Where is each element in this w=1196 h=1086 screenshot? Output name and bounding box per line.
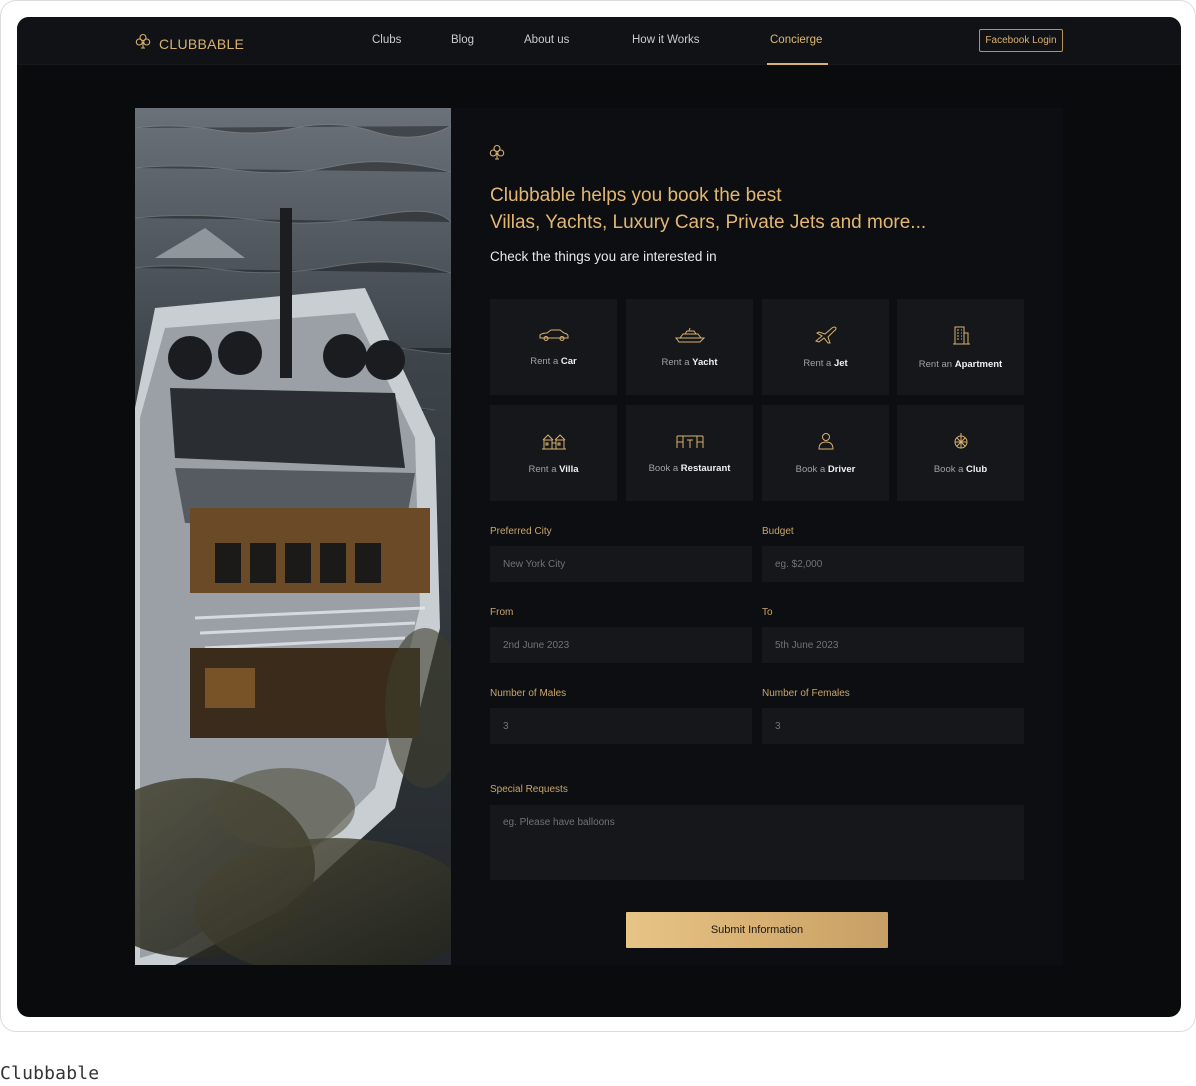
- from-label: From: [490, 607, 514, 618]
- city-label: Preferred City: [490, 526, 552, 537]
- screenshot-frame: CLUBBABLE Clubs Blog About us How it Wor…: [0, 0, 1196, 1032]
- club-suit-icon: [489, 144, 505, 165]
- tile-label: Book a Club: [933, 463, 988, 475]
- special-requests-input[interactable]: [490, 805, 1024, 880]
- tile-label: Rent a Jet: [803, 357, 848, 369]
- yacht-icon: [674, 327, 706, 348]
- males-input[interactable]: [490, 708, 752, 744]
- headline-line-1: Clubbable helps you book the best: [490, 185, 782, 206]
- top-navbar: CLUBBABLE Clubs Blog About us How it Wor…: [17, 17, 1181, 65]
- nav-how-it-works[interactable]: How it Works: [632, 34, 700, 46]
- facebook-login-button[interactable]: Facebook Login: [979, 29, 1063, 52]
- nav-about-us[interactable]: About us: [524, 34, 569, 46]
- caption: Clubbable: [0, 1063, 100, 1084]
- car-icon: [538, 328, 570, 347]
- from-date-input[interactable]: [490, 627, 752, 663]
- club-icon: [952, 432, 970, 455]
- tile-rent-car[interactable]: Rent a Car: [490, 299, 617, 395]
- yacht-photo: [135, 108, 451, 965]
- concierge-panel: Clubbable helps you book the best Villas…: [451, 108, 1063, 965]
- tile-label: Rent a Villa: [528, 463, 579, 475]
- nav-clubs[interactable]: Clubs: [372, 34, 401, 46]
- jet-icon: [814, 326, 838, 349]
- budget-input[interactable]: [762, 546, 1024, 582]
- brand-logo[interactable]: CLUBBABLE: [135, 33, 244, 54]
- villa-icon: [541, 432, 567, 455]
- tile-label: Book a Driver: [795, 463, 856, 475]
- active-nav-indicator: [767, 63, 828, 65]
- tile-label: Rent a Yacht: [661, 356, 718, 368]
- interest-prompt: Check the things you are interested in: [490, 249, 717, 264]
- driver-icon: [817, 432, 835, 455]
- submit-button[interactable]: Submit Information: [626, 912, 888, 948]
- logo-text: CLUBBABLE: [159, 35, 245, 52]
- to-date-input[interactable]: [762, 627, 1024, 663]
- interest-tiles: Rent a Car Rent a Yacht Rent a Jet Rent …: [490, 299, 1025, 501]
- apartment-icon: [951, 325, 971, 350]
- nav-blog[interactable]: Blog: [451, 34, 474, 46]
- nav-concierge[interactable]: Concierge: [770, 34, 822, 46]
- app-window: CLUBBABLE Clubs Blog About us How it Wor…: [17, 17, 1181, 1017]
- special-requests-label: Special Requests: [490, 784, 568, 795]
- tile-label: Rent a Car: [530, 355, 577, 367]
- page-headline: Clubbable helps you book the best Villas…: [490, 182, 926, 236]
- females-input[interactable]: [762, 708, 1024, 744]
- headline-line-2: Villas, Yachts, Luxury Cars, Private Jet…: [490, 212, 927, 233]
- tile-rent-yacht[interactable]: Rent a Yacht: [626, 299, 753, 395]
- females-label: Number of Females: [762, 688, 850, 699]
- tile-book-driver[interactable]: Book a Driver: [762, 405, 889, 501]
- city-input[interactable]: [490, 546, 752, 582]
- males-label: Number of Males: [490, 688, 567, 699]
- to-label: To: [762, 607, 773, 618]
- tile-label: Rent an Apartment: [918, 358, 1003, 370]
- club-suit-icon: [135, 33, 151, 54]
- tile-label: Book a Restaurant: [648, 462, 731, 474]
- tile-rent-apartment[interactable]: Rent an Apartment: [897, 299, 1024, 395]
- tile-rent-villa[interactable]: Rent a Villa: [490, 405, 617, 501]
- tile-rent-jet[interactable]: Rent a Jet: [762, 299, 889, 395]
- restaurant-icon: [675, 433, 705, 454]
- budget-label: Budget: [762, 526, 794, 537]
- tile-book-club[interactable]: Book a Club: [897, 405, 1024, 501]
- tile-book-restaurant[interactable]: Book a Restaurant: [626, 405, 753, 501]
